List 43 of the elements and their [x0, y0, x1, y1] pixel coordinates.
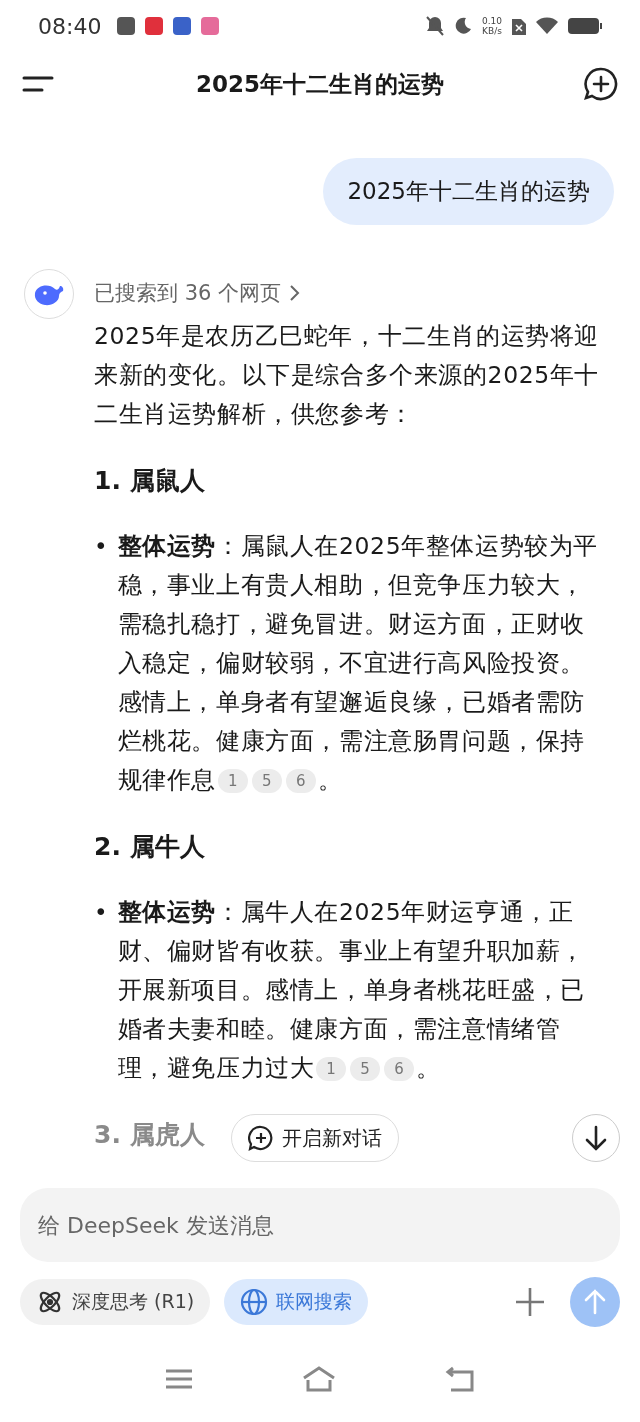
citation-chip[interactable]: 1: [218, 769, 248, 793]
sim-card-icon: [512, 17, 526, 35]
citation-chip[interactable]: 1: [316, 1057, 347, 1081]
moon-icon: [453, 17, 472, 35]
section-heading: 2. 属牛人: [94, 831, 205, 863]
app-icon: [145, 17, 164, 35]
arrow-up-icon: [584, 1289, 606, 1315]
answer-paragraph: 整体运势：属牛人在2025年财运亨通，正财、偏财皆有收获。事业上有望升职加薪，开展新项目。感情上，单身者桃花旺盛，已婚者夫妻和睦。健康方面，需注意情绪管理，避免压力过大 1 5 6 。: [117, 897, 586, 1084]
new-chat-icon[interactable]: [584, 67, 618, 101]
menu-icon[interactable]: [22, 74, 56, 94]
user-message: 2025年十二生肖的运势: [323, 158, 614, 225]
status-time: 08:40: [38, 13, 102, 39]
network-speed: 0.10 KB/s: [481, 16, 502, 36]
search-results-link[interactable]: 已搜索到 36 个网页: [94, 269, 302, 317]
chat-title: 2025年十二生肖的运势: [195, 69, 445, 99]
home-icon[interactable]: [302, 1366, 336, 1392]
answer-paragraph: 整体运势：属鼠人在2025年整体运势较为平稳，事业上有贵人相助，但竞争压力较大，需稳扎稳打，避免冒进。财运方面，正财收入稳定，偏财较弱，不宜进行高风险投资。感情上，单身者有望邂逅良缘，已婚者需防烂桃花。健康方面，需注意肠胃问题，保持规律作息 1 5 6 。: [117, 531, 599, 796]
new-chat-button[interactable]: 开启新对话: [231, 1114, 399, 1162]
citation-chip[interactable]: 5: [350, 1057, 381, 1081]
back-icon[interactable]: [445, 1366, 476, 1392]
app-icon: [201, 17, 220, 35]
bell-off-icon: [425, 16, 444, 36]
section-heading: 1. 属鼠人: [94, 465, 205, 497]
message-input[interactable]: 给 DeepSeek 发送消息: [20, 1188, 620, 1262]
chat-plus-icon: [248, 1125, 274, 1151]
plus-icon[interactable]: [514, 1286, 546, 1318]
section-heading: 3. 属虎人: [94, 1119, 205, 1151]
citation-chip[interactable]: 6: [286, 769, 316, 793]
citation-chip[interactable]: 5: [252, 769, 282, 793]
bullet-dot: •: [94, 898, 108, 927]
arrow-down-icon: [584, 1125, 608, 1151]
bullet-dot: •: [94, 532, 108, 561]
globe-icon: [240, 1288, 269, 1316]
app-icon: [117, 17, 136, 35]
app-icon: [173, 17, 192, 35]
citation-chip[interactable]: 6: [384, 1057, 415, 1081]
chevron-right-icon: [289, 284, 302, 302]
mode-toggle[interactable]: 联网搜索: [224, 1279, 369, 1325]
wifi-icon: [536, 17, 558, 35]
battery-icon: [568, 18, 602, 34]
scroll-down-button[interactable]: [572, 1114, 620, 1162]
answer-paragraph: 2025年是农历乙巳蛇年，十二生肖的运势将迎来新的变化。以下是综合多个来源的2025年十二生肖运势解析，供您参考：: [94, 321, 600, 430]
mode-toggle[interactable]: 深度思考 (R1): [20, 1279, 211, 1325]
